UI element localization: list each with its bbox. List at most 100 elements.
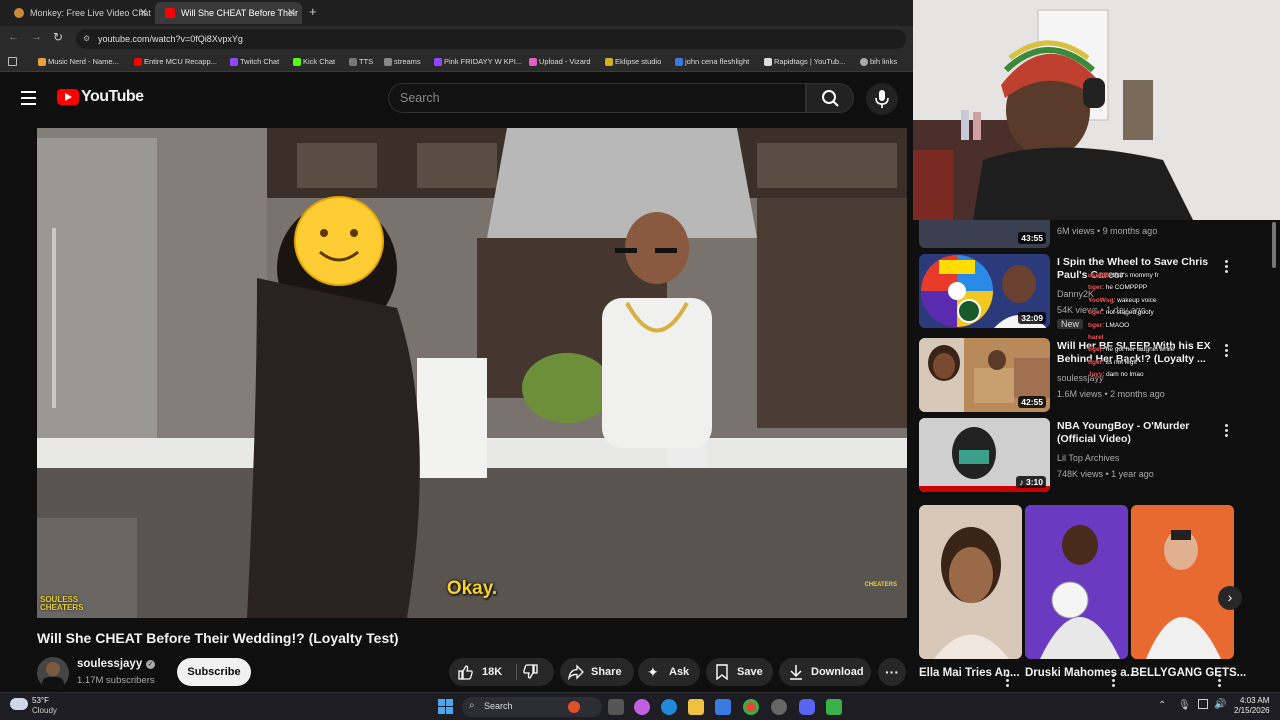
youtube-favicon-icon (165, 8, 175, 18)
more-actions-button[interactable]: ··· (878, 658, 906, 686)
short-title[interactable]: BELLYGANG GETS... (1131, 667, 1246, 679)
youtube-logo-text[interactable]: YouTube (81, 88, 144, 106)
video-thumbnail[interactable]: 32:09 (919, 254, 1050, 328)
search-button[interactable] (806, 83, 854, 113)
short-thumbnail[interactable] (919, 505, 1022, 659)
video-thumbnail[interactable]: 43:55 (919, 220, 1050, 248)
bookmark-item[interactable]: Rapidtags | YouTub... (764, 52, 845, 72)
short-title[interactable]: Druski Mahomes a... (1025, 667, 1136, 679)
share-button[interactable]: Share (560, 658, 634, 686)
video-title[interactable]: NBA YoungBoy - O'Murder (Official Video) (1057, 420, 1217, 446)
bookmark-label: TTS (359, 57, 374, 66)
search-input[interactable]: Search (388, 83, 806, 113)
close-tab-icon[interactable]: ✕ (287, 2, 296, 24)
microphone-tray-icon[interactable]: 🎙 (1178, 700, 1191, 711)
site-info-icon[interactable]: ⚙ (83, 29, 90, 49)
video-thumbnail[interactable]: ♪ 3:10 (919, 418, 1050, 492)
clock-date[interactable]: 2/15/2026 (1234, 706, 1270, 715)
video-duration: 43:55 (1018, 232, 1046, 244)
clock-time[interactable]: 4:03 AM (1240, 696, 1269, 705)
subscribe-button[interactable]: Subscribe (177, 658, 251, 686)
bookmark-item[interactable]: Eklipse studio (605, 52, 661, 72)
short-thumbnail[interactable] (1025, 505, 1128, 659)
tab-title: Will She CHEAT Before Their (181, 8, 299, 18)
bookmark-item[interactable]: Kick Chat (293, 52, 335, 72)
store-icon[interactable] (715, 699, 731, 715)
bookmark-label: Rapidtags | YouTub... (774, 57, 846, 66)
obs-icon[interactable] (771, 699, 787, 715)
short-thumbnail[interactable] (1131, 505, 1234, 659)
file-explorer-icon[interactable] (688, 699, 704, 715)
bookmark-item[interactable]: bih links (860, 52, 897, 72)
video-meta: 748K views • 1 year ago (1057, 469, 1154, 479)
ask-button[interactable]: ✦ Ask (638, 658, 700, 686)
tab-youtube-active[interactable]: Will She CHEAT Before Their ✕ (155, 2, 302, 24)
short-title[interactable]: Ella Mai Tries An... (919, 667, 1020, 679)
bookmark-item[interactable]: Music Nerd - Name... (38, 52, 119, 72)
more-options-icon[interactable] (1225, 424, 1229, 439)
volume-icon[interactable]: 🔊 (1214, 699, 1226, 710)
close-tab-icon[interactable]: ✕ (139, 2, 148, 24)
video-watermark-left: SOULESS CHEATERS (40, 595, 84, 612)
chevron-right-icon[interactable]: › (1218, 586, 1242, 610)
video-thumbnail[interactable]: 42:55 (919, 338, 1050, 412)
weather-temp[interactable]: 53°F (32, 696, 49, 705)
voice-search-button[interactable] (866, 83, 898, 115)
bookmark-label: Eklipse studio (615, 57, 662, 66)
thumbnail-art (1025, 505, 1128, 659)
app-icon[interactable] (826, 699, 842, 715)
subscriber-count: 1.17M subscribers (77, 675, 155, 686)
url-field[interactable]: ⚙ youtube.com/watch?v=0fQi8XvpxYg (76, 29, 906, 49)
bookmark-item[interactable]: TTS (349, 52, 373, 72)
edge-icon[interactable] (661, 699, 677, 715)
bookmark-item[interactable]: Twitch Chat (230, 52, 279, 72)
channel-name[interactable]: Lil Top Archives (1057, 453, 1119, 463)
bookmark-item[interactable]: streams (384, 52, 421, 72)
more-options-icon[interactable] (1006, 674, 1010, 689)
channel-avatar[interactable] (37, 657, 69, 689)
chat-user: tiger (1088, 322, 1103, 329)
youtube-logo-icon[interactable] (57, 89, 79, 105)
more-options-icon[interactable] (1218, 674, 1222, 689)
menu-icon[interactable] (21, 91, 36, 105)
cloud-icon[interactable] (10, 698, 28, 710)
bookmark-item[interactable]: Upload - Vizard (529, 52, 591, 72)
tab-title: Monkey: Free Live Video Chat (30, 8, 151, 18)
windows-start-icon[interactable] (438, 699, 454, 715)
sidebar-scrollbar[interactable] (1272, 222, 1276, 268)
chat-user: tiger (1088, 346, 1103, 353)
display-icon[interactable] (1198, 699, 1208, 709)
taskbar-search[interactable]: ⌕ Search (462, 697, 602, 717)
bookmark-icon (38, 58, 46, 66)
bookmark-item[interactable]: Pink FRIDAYY W KPI... (434, 52, 522, 72)
channel-name[interactable]: soulessjayy (77, 658, 142, 670)
copilot-icon[interactable] (634, 699, 650, 715)
discord-icon[interactable] (799, 699, 815, 715)
video-player[interactable]: Okay. SOULESS CHEATERS CHEATERS (37, 128, 907, 618)
more-options-icon[interactable] (1225, 344, 1229, 359)
thumbs-down-icon[interactable] (523, 664, 539, 680)
recommendation-item[interactable]: 43:55 6M views • 9 months ago (919, 220, 1279, 248)
new-tab-icon[interactable]: + (309, 4, 317, 19)
like-button[interactable]: 18K (449, 658, 511, 686)
download-button[interactable]: Download (779, 658, 871, 686)
apps-grid-icon[interactable] (8, 57, 17, 66)
video-frame (37, 128, 907, 618)
back-icon[interactable]: ← (8, 31, 19, 43)
address-bar-row: ← → ↻ ⚙ youtube.com/watch?v=0fQi8XvpxYg (0, 26, 913, 52)
chrome-icon[interactable] (743, 699, 759, 715)
forward-icon[interactable]: → (31, 31, 42, 43)
tab-monkey[interactable]: Monkey: Free Live Video Chat ✕ (4, 2, 154, 24)
recommendation-item[interactable]: ♪ 3:10 NBA YoungBoy - O'Murder (Official… (919, 418, 1279, 494)
chat-message: : wakeup voice (1113, 297, 1157, 304)
bookmark-save-icon (716, 664, 728, 680)
bookmark-item[interactable]: john cena fleshlight (675, 52, 749, 72)
reload-icon[interactable]: ↻ (53, 30, 63, 44)
task-view-icon[interactable] (608, 699, 624, 715)
more-options-icon[interactable] (1112, 674, 1116, 689)
chevron-up-icon[interactable]: ⌃ (1158, 700, 1166, 711)
save-button[interactable]: Save (706, 658, 773, 686)
bookmark-item[interactable]: Entire MCU Recapp... (134, 52, 217, 72)
more-options-icon[interactable] (1225, 260, 1229, 275)
bookmark-label: Entire MCU Recapp... (144, 57, 217, 66)
